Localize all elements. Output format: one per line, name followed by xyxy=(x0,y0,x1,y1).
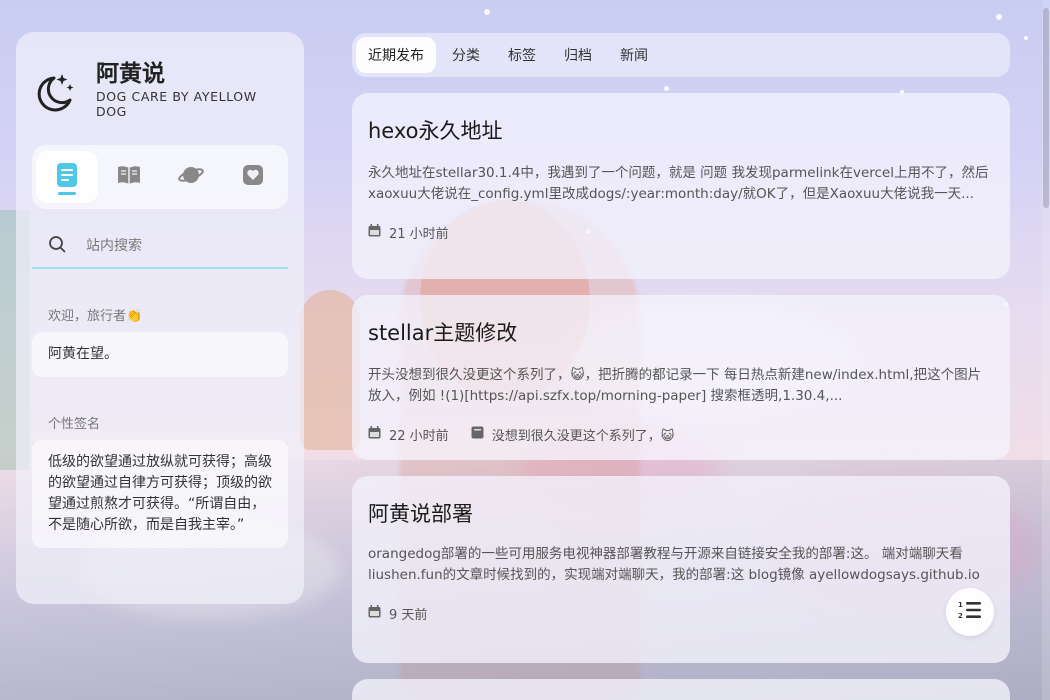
post-card[interactable]: stellar主题修改 开头没想到很久没更这个系列了，😺，把折腾的都记录一下 每… xyxy=(352,295,1010,460)
scrollbar-thumb[interactable] xyxy=(1043,8,1049,208)
welcome-label: 欢迎，旅行者👏 xyxy=(48,309,143,325)
numbered-list-icon: 1 2 xyxy=(958,600,982,624)
planet-icon xyxy=(178,164,204,190)
tab-news[interactable]: 新闻 xyxy=(608,37,660,73)
nav-wiki[interactable] xyxy=(98,151,160,203)
post-title[interactable]: hexo永久地址 xyxy=(368,115,994,145)
page-scrollbar[interactable] xyxy=(1042,0,1050,700)
svg-text:1: 1 xyxy=(958,601,963,609)
post-category-text[interactable]: 没想到很久没更这个系列了，😺 xyxy=(492,425,675,444)
post-meta: 9 天前 xyxy=(368,604,994,623)
post-title[interactable]: 阿黄说部署 xyxy=(368,498,994,528)
svg-text:2: 2 xyxy=(958,612,963,620)
search-icon[interactable] xyxy=(48,235,66,257)
post-date: 22 小时前 xyxy=(368,425,449,444)
brand-header: 阿黄说 DOG CARE BY AYELLOW DOG xyxy=(32,61,288,120)
calendar-icon xyxy=(368,426,381,443)
calendar-icon xyxy=(368,605,381,622)
post-tabs: 近期发布 分类 标签 归档 新闻 xyxy=(352,33,1010,77)
post-excerpt: 开头没想到很久没更这个系列了，😺，把折腾的都记录一下 每日热点新建new/ind… xyxy=(368,367,982,404)
site-subtitle: DOG CARE BY AYELLOW DOG xyxy=(96,89,257,120)
tab-tags[interactable]: 标签 xyxy=(496,37,548,73)
search-input[interactable] xyxy=(86,238,272,255)
nav-explore[interactable] xyxy=(160,151,222,203)
search-bar xyxy=(32,235,288,270)
folder-icon xyxy=(471,426,484,443)
calendar-icon xyxy=(368,224,381,241)
heart-icon xyxy=(242,164,264,190)
post-title[interactable]: stellar主题修改 xyxy=(368,317,994,347)
tab-recent[interactable]: 近期发布 xyxy=(356,37,436,73)
post-date: 21 小时前 xyxy=(368,223,449,242)
wiki-icon xyxy=(117,165,141,189)
post-date-text: 21 小时前 xyxy=(389,227,449,242)
posts-icon xyxy=(56,162,78,192)
post-meta: 22 小时前 没想到很久没更这个系列了，😺 xyxy=(368,425,994,444)
nav-posts[interactable] xyxy=(36,151,98,204)
signature-label: 个性签名 xyxy=(48,417,101,433)
sidebar: 阿黄说 DOG CARE BY AYELLOW DOG 站内搜索 欢迎，旅行者👏… xyxy=(16,32,304,604)
post-excerpt: orangedog部署的一些可用服务电视神器部署教程与开源来自链接安全我的部署:… xyxy=(368,546,980,583)
post-date-text: 22 小时前 xyxy=(389,429,449,444)
sidebar-nav xyxy=(32,145,288,210)
post-date-text: 9 天前 xyxy=(389,608,428,623)
signature-text: 低级的欲望通过放纵就可获得；高级的欲望通过自律方可获得；顶级的欲望通过煎熬才可获… xyxy=(32,440,288,549)
tab-categories[interactable]: 分类 xyxy=(440,37,492,73)
welcome-text: 阿黄在望。 xyxy=(32,332,288,378)
post-card[interactable] xyxy=(352,679,1010,700)
post-card[interactable]: 阿黄说部署 orangedog部署的一些可用服务电视神器部署教程与开源来自链接安… xyxy=(352,476,1010,663)
post-excerpt: 永久地址在stellar30.1.4中，我遇到了一个问题，就是 问题 我发现pa… xyxy=(368,165,989,202)
site-title[interactable]: 阿黄说 xyxy=(96,61,288,87)
post-card[interactable]: hexo永久地址 永久地址在stellar30.1.4中，我遇到了一个问题，就是… xyxy=(352,93,1010,279)
nav-friends[interactable] xyxy=(222,151,284,203)
brand-text: 阿黄说 DOG CARE BY AYELLOW DOG xyxy=(96,61,288,120)
post-meta: 21 小时前 xyxy=(368,223,994,242)
toc-button[interactable]: 1 2 xyxy=(946,588,994,636)
moon-stars-icon[interactable] xyxy=(34,70,74,112)
tab-archive[interactable]: 归档 xyxy=(552,37,604,73)
post-category[interactable]: 没想到很久没更这个系列了，😺 xyxy=(471,425,675,444)
post-date: 9 天前 xyxy=(368,604,427,623)
